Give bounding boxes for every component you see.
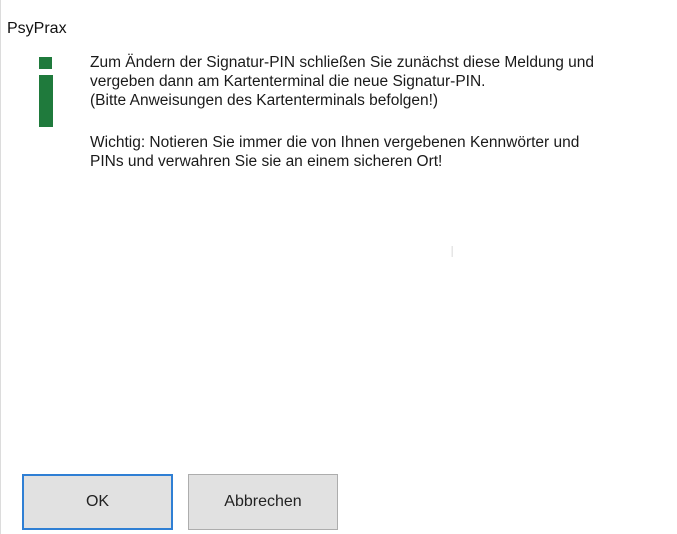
message-dialog: PsyPrax Zum Ändern der Signatur-PIN schl…: [0, 0, 677, 534]
text-cursor-icon: I: [450, 244, 455, 261]
message-line: vergeben dann am Kartenterminal die neue…: [90, 73, 486, 90]
information-icon: [39, 57, 53, 127]
ok-button[interactable]: OK: [22, 474, 173, 530]
message-text: Zum Ändern der Signatur-PIN schließen Si…: [90, 53, 675, 171]
message-line: (Bitte Anweisungen des Kartenterminals b…: [90, 92, 439, 109]
dialog-title: PsyPrax: [7, 20, 67, 37]
message-line: PINs und verwahren Sie sie an einem sich…: [90, 153, 443, 170]
info-icon-stem: [39, 75, 53, 127]
info-icon-dot: [39, 57, 52, 69]
cancel-button[interactable]: Abbrechen: [188, 474, 338, 530]
message-line: Zum Ändern der Signatur-PIN schließen Si…: [90, 54, 595, 71]
message-line: Wichtig: Notieren Sie immer die von Ihne…: [90, 134, 580, 151]
